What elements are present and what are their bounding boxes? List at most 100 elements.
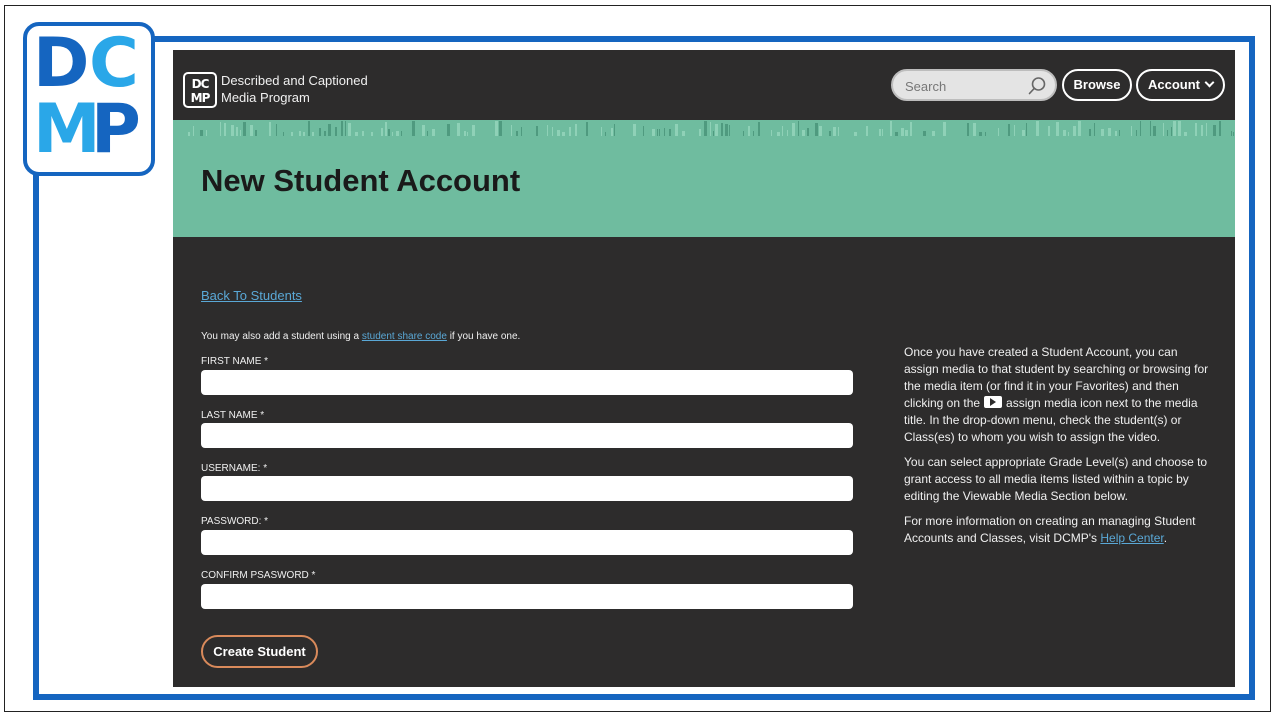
banner-pattern-bar	[422, 125, 425, 136]
banner-pattern-bar	[250, 125, 253, 136]
banner-pattern	[188, 121, 1234, 136]
banner-pattern-bar	[652, 129, 655, 136]
banner-pattern-bar	[1036, 121, 1039, 136]
info-paragraph-1: Once you have created a Student Account,…	[904, 344, 1214, 446]
banner-pattern-bar	[388, 129, 390, 136]
info-panel: Once you have created a Student Account,…	[904, 344, 1214, 555]
site-logo[interactable]: DC MP	[183, 72, 217, 108]
banner-pattern-bar	[833, 127, 836, 136]
student-share-code-link[interactable]: student share code	[362, 331, 447, 342]
password-field[interactable]	[201, 530, 853, 555]
account-button[interactable]: Account	[1136, 69, 1225, 101]
banner-pattern-bar	[753, 131, 754, 136]
banner-pattern-bar	[601, 127, 602, 136]
banner-pattern-bar	[967, 123, 969, 136]
banner-pattern-bar	[355, 132, 358, 136]
banner-pattern-bar	[392, 132, 393, 136]
back-to-students-link[interactable]: Back To Students	[201, 288, 302, 303]
banner-pattern-bar	[562, 132, 565, 136]
last-name-label: LAST NAME *	[201, 410, 265, 421]
page-banner: New Student Account	[173, 120, 1235, 237]
banner-pattern-bar	[633, 124, 636, 136]
banner-pattern-bar	[1048, 126, 1050, 136]
banner-pattern-bar	[341, 121, 343, 136]
info-paragraph-2: You can select appropriate Grade Level(s…	[904, 455, 1208, 503]
banner-pattern-bar	[299, 131, 301, 136]
banner-pattern-bar	[1073, 126, 1076, 136]
site-header: DC MP Described and Captioned Media Prog…	[173, 50, 1235, 120]
banner-pattern-bar	[1219, 121, 1221, 136]
banner-pattern-bar	[1108, 128, 1111, 136]
first-name-label: FIRST NAME *	[201, 356, 269, 367]
help-center-link[interactable]: Help Center	[1100, 531, 1163, 545]
banner-pattern-bar	[973, 123, 976, 136]
share-note-suffix: if you have one.	[446, 331, 521, 342]
logo-letter-c: C	[89, 24, 139, 103]
banner-pattern-bar	[1184, 132, 1187, 136]
banner-pattern-bar	[910, 122, 912, 136]
banner-pattern-bar	[200, 130, 203, 136]
banner-pattern-bar	[335, 127, 337, 136]
banner-pattern-bar	[614, 124, 615, 136]
banner-pattern-bar	[1094, 123, 1095, 136]
banner-pattern-bar	[669, 129, 671, 136]
banner-pattern-bar	[224, 123, 226, 136]
banner-pattern-bar	[385, 122, 387, 136]
banner-pattern-bar	[231, 125, 234, 136]
banner-pattern-bar	[815, 123, 818, 136]
browse-button[interactable]: Browse	[1062, 69, 1132, 101]
banner-pattern-bar	[1233, 132, 1234, 136]
banner-pattern-bar	[557, 130, 560, 136]
banner-pattern-bar	[1068, 132, 1069, 136]
banner-pattern-bar	[657, 129, 658, 136]
banner-pattern-bar	[575, 124, 577, 136]
create-student-button[interactable]: Create Student	[201, 635, 318, 668]
search-box[interactable]	[891, 69, 1057, 101]
banner-pattern-bar	[743, 131, 744, 136]
last-name-field[interactable]	[201, 423, 853, 448]
banner-pattern-bar	[1014, 125, 1015, 136]
banner-pattern-bar	[664, 128, 665, 136]
share-note-prefix: You may also add a student using a	[201, 331, 362, 342]
banner-pattern-bar	[675, 124, 678, 136]
site-name[interactable]: Described and Captioned Media Program	[221, 72, 368, 106]
banner-pattern-bar	[1140, 121, 1141, 136]
account-button-label: Account	[1148, 77, 1200, 92]
banner-pattern-bar	[396, 131, 399, 136]
banner-pattern-bar	[547, 125, 548, 136]
search-input[interactable]	[905, 76, 1025, 96]
assign-media-icon	[984, 396, 1003, 408]
banner-pattern-bar	[932, 131, 935, 136]
banner-pattern-bar	[611, 128, 613, 136]
banner-pattern-bar	[569, 127, 571, 136]
banner-pattern-bar	[758, 122, 760, 136]
banner-pattern-bar	[1078, 121, 1081, 136]
banner-pattern-bar	[447, 124, 450, 136]
banner-pattern-bar	[516, 131, 518, 136]
banner-pattern-bar	[1008, 124, 1010, 136]
info-paragraph-3: For more information on creating an mana…	[904, 513, 1214, 547]
banner-pattern-bar	[798, 121, 799, 136]
banner-pattern-bar	[243, 122, 246, 136]
search-icon[interactable]	[1027, 76, 1047, 96]
confirm-password-field[interactable]	[201, 584, 853, 609]
password-label: PASSWORD: *	[201, 516, 269, 527]
banner-pattern-bar	[1150, 121, 1151, 136]
username-field[interactable]	[201, 476, 853, 501]
banner-pattern-bar	[699, 129, 701, 136]
banner-pattern-bar	[682, 131, 685, 136]
banner-pattern-bar	[890, 121, 892, 136]
logo-letter-d: D	[33, 24, 90, 103]
banner-pattern-bar	[807, 128, 809, 136]
banner-pattern-bar	[240, 130, 241, 136]
page-title: New Student Account	[201, 163, 521, 198]
banner-pattern-bar	[319, 128, 321, 136]
banner-pattern-bar	[472, 125, 475, 136]
first-name-field[interactable]	[201, 370, 853, 395]
banner-pattern-bar	[748, 126, 750, 136]
browser-screen: DC MP Described and Captioned Media Prog…	[173, 50, 1235, 687]
banner-pattern-bar	[269, 122, 271, 136]
banner-pattern-bar	[985, 132, 986, 136]
banner-pattern-bar	[1131, 126, 1132, 136]
banner-pattern-bar	[895, 132, 898, 136]
